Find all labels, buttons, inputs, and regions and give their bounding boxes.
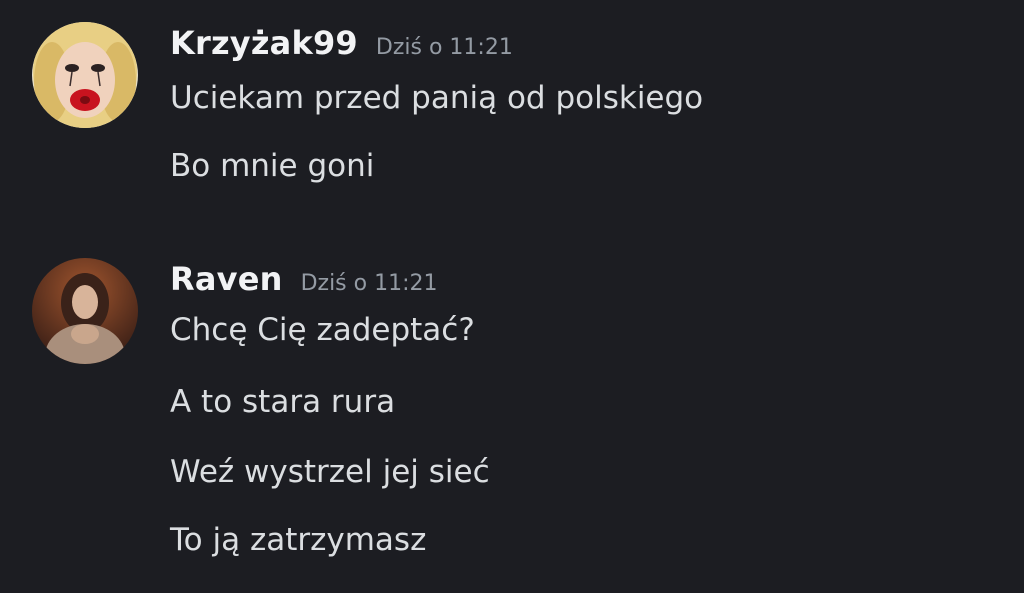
username[interactable]: Raven <box>170 260 283 298</box>
message-header: Krzyżak99 Dziś o 11:21 <box>170 24 513 68</box>
username[interactable]: Krzyżak99 <box>170 24 358 62</box>
message-text: Uciekam przed panią od polskiego <box>170 80 704 116</box>
timestamp: Dziś o 11:21 <box>300 271 438 296</box>
avatar[interactable] <box>32 258 138 364</box>
avatar-image <box>32 22 138 128</box>
message-text: A to stara rura <box>170 384 396 420</box>
timestamp: Dziś o 11:21 <box>375 35 513 60</box>
message-text: Bo mnie goni <box>170 148 375 184</box>
avatar[interactable] <box>32 22 138 128</box>
message-text: Weź wystrzel jej sieć <box>170 454 490 490</box>
message-text: Chcę Cię zadeptać? <box>170 312 475 348</box>
message-text: To ją zatrzymasz <box>170 522 427 558</box>
avatar-image <box>32 258 138 364</box>
message-header: Raven Dziś o 11:21 <box>170 260 438 304</box>
chat-message-list: Krzyżak99 Dziś o 11:21 Uciekam przed pani… <box>0 0 1024 593</box>
